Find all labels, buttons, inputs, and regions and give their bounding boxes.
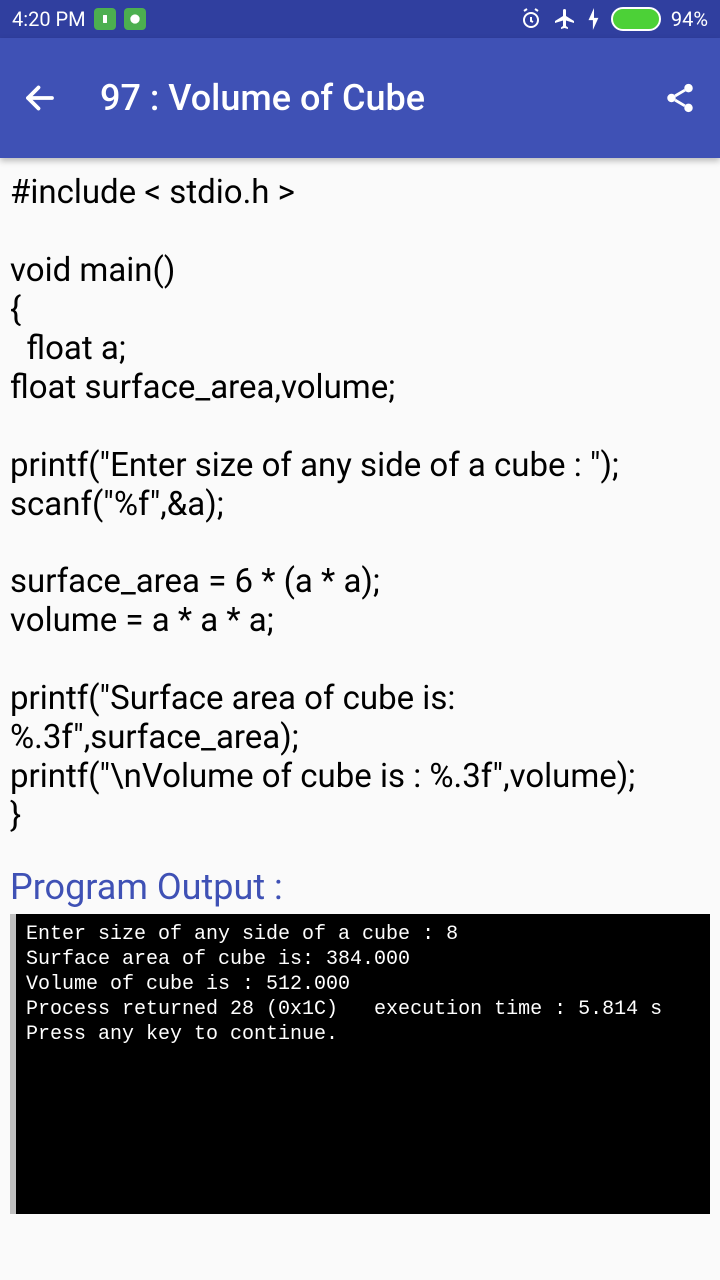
page-title: 97 : Volume of Cube — [100, 77, 660, 119]
back-arrow-icon — [22, 80, 58, 116]
app-notification-icon — [124, 8, 146, 30]
charging-icon — [587, 8, 601, 30]
status-left: 4:20 PM — [12, 7, 146, 31]
status-bar: 4:20 PM 94% — [0, 0, 720, 38]
battery-icon — [611, 7, 661, 31]
code-block: #include < stdio.h > void main() { float… — [10, 174, 710, 836]
app-bar: 97 : Volume of Cube — [0, 38, 720, 158]
status-time: 4:20 PM — [12, 7, 86, 31]
share-icon — [663, 81, 697, 115]
share-button[interactable] — [660, 78, 700, 118]
content-area[interactable]: #include < stdio.h > void main() { float… — [0, 158, 720, 1230]
airplane-icon — [553, 7, 577, 31]
back-button[interactable] — [20, 78, 60, 118]
battery-percentage: 94% — [671, 7, 708, 31]
status-right: 94% — [519, 7, 708, 31]
battery-saver-icon — [94, 8, 116, 30]
alarm-icon — [519, 7, 543, 31]
output-heading: Program Output : — [10, 866, 710, 908]
console-output: Enter size of any side of a cube : 8 Sur… — [10, 914, 710, 1214]
